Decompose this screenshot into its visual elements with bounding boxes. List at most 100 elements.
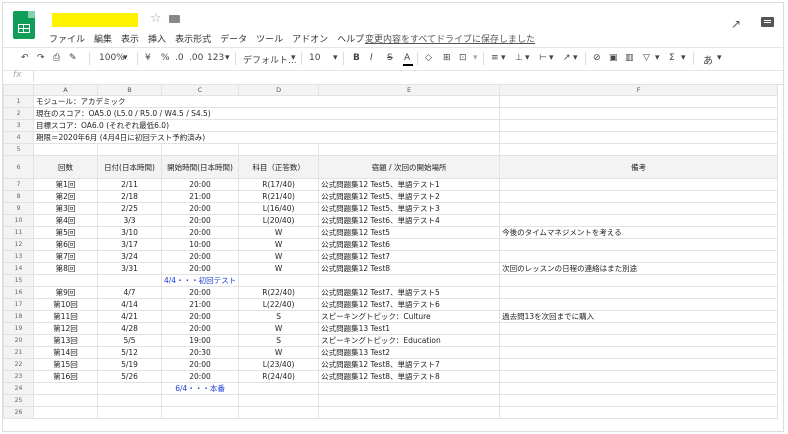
cell[interactable]: R(22/40) xyxy=(238,286,320,299)
row-number[interactable]: 6 xyxy=(3,155,34,179)
cell[interactable] xyxy=(499,238,779,251)
menu-data[interactable]: データ xyxy=(220,32,247,45)
info-cell[interactable]: モジュール：アカデミック xyxy=(32,95,501,108)
cell[interactable]: L(22/40) xyxy=(238,298,320,311)
star-icon[interactable]: ☆ xyxy=(150,11,162,26)
cell[interactable]: W xyxy=(238,250,320,263)
cell[interactable]: 10:00 xyxy=(160,238,240,251)
cell[interactable]: 第15回 xyxy=(33,358,98,371)
cell[interactable] xyxy=(499,119,779,132)
row-number[interactable]: 16 xyxy=(3,286,34,299)
cell[interactable] xyxy=(499,214,779,227)
save-status-link[interactable]: 変更内容をすべてドライブに保存しました xyxy=(365,32,535,45)
row-number[interactable]: 15 xyxy=(3,274,34,287)
input-tools-button[interactable]: あ xyxy=(703,52,713,67)
row-number[interactable]: 4 xyxy=(3,131,34,144)
row-number[interactable]: 26 xyxy=(3,406,34,419)
cell[interactable]: 公式問題集12 Test7 xyxy=(318,250,501,263)
cell[interactable]: 20:00 xyxy=(160,358,240,371)
text-wrap-icon[interactable]: ⊢ xyxy=(539,53,547,63)
cell[interactable]: 21:00 xyxy=(160,190,240,203)
cell[interactable]: 第7回 xyxy=(33,250,98,263)
cell[interactable] xyxy=(318,406,501,419)
strikethrough-button[interactable]: S xyxy=(387,53,393,63)
cell[interactable]: 20:00 xyxy=(160,226,240,239)
cell[interactable]: 公式問題集12 Test6、単語テスト4 xyxy=(318,214,501,227)
cell[interactable]: 3/17 xyxy=(97,238,162,251)
row-number[interactable]: 22 xyxy=(3,358,34,371)
info-cell[interactable]: 目標スコア：OA6.0 (それぞれ最低6.0) xyxy=(32,119,501,132)
cell[interactable] xyxy=(499,334,779,347)
merge-cells-icon[interactable]: ⊡ xyxy=(459,53,467,63)
cell[interactable]: 公式問題集13 Test2 xyxy=(318,346,501,359)
cell[interactable]: R(21/40) xyxy=(238,190,320,203)
column-header[interactable]: C xyxy=(160,84,240,96)
cell[interactable]: 公式問題集12 Test5、単語テスト2 xyxy=(318,190,501,203)
cell[interactable] xyxy=(318,394,501,407)
more-formats-button[interactable]: 123 xyxy=(207,53,224,63)
cell[interactable]: 第14回 xyxy=(33,346,98,359)
font-select[interactable]: デフォルト... xyxy=(243,53,297,66)
cell[interactable]: S xyxy=(238,334,320,347)
functions-icon[interactable]: Σ xyxy=(669,53,675,63)
menu-format[interactable]: 表示形式 xyxy=(175,32,211,45)
row-number[interactable]: 18 xyxy=(3,310,34,323)
cell[interactable]: 3/10 xyxy=(97,226,162,239)
currency-button[interactable]: ¥ xyxy=(145,53,151,63)
cell[interactable]: 4/28 xyxy=(97,322,162,335)
column-header[interactable]: F xyxy=(499,84,779,96)
cell[interactable]: 20:00 xyxy=(160,310,240,323)
cell[interactable]: L(20/40) xyxy=(238,214,320,227)
align-horizontal-icon[interactable]: ≡ xyxy=(491,53,499,63)
cell[interactable]: 公式問題集13 Test1 xyxy=(318,322,501,335)
cell[interactable]: 公式問題集12 Test7、単語テスト6 xyxy=(318,298,501,311)
cell[interactable]: 第5回 xyxy=(33,226,98,239)
cell[interactable] xyxy=(33,406,98,419)
cell[interactable]: 3/3 xyxy=(97,214,162,227)
cell[interactable]: 公式問題集12 Test5、単語テスト3 xyxy=(318,202,501,215)
cell[interactable]: 公式問題集12 Test8、単語テスト8 xyxy=(318,370,501,383)
cell[interactable]: W xyxy=(238,262,320,275)
header-cell[interactable]: 備考 xyxy=(499,155,779,179)
italic-button[interactable]: I xyxy=(370,53,373,63)
cell[interactable] xyxy=(318,382,501,395)
cell[interactable] xyxy=(499,95,779,108)
cell[interactable]: W xyxy=(238,322,320,335)
cell[interactable]: 19:00 xyxy=(160,334,240,347)
fill-color-icon[interactable]: ◇ xyxy=(425,53,432,63)
menu-tools[interactable]: ツール xyxy=(256,32,283,45)
cell[interactable] xyxy=(499,190,779,203)
cell[interactable]: 4/14 xyxy=(97,298,162,311)
cell[interactable] xyxy=(238,382,320,395)
column-header[interactable]: A xyxy=(33,84,98,96)
font-size-select[interactable]: 10 xyxy=(309,53,320,63)
cell[interactable] xyxy=(97,406,162,419)
row-number[interactable]: 11 xyxy=(3,226,34,239)
cell[interactable]: 第2回 xyxy=(33,190,98,203)
chevron-down-icon[interactable]: ▾ xyxy=(573,53,578,63)
cell[interactable]: 公式問題集12 Test8 xyxy=(318,262,501,275)
chevron-down-icon[interactable]: ▾ xyxy=(333,53,338,63)
cell[interactable]: 5/19 xyxy=(97,358,162,371)
cell[interactable]: 過去問13を次回までに購入 xyxy=(499,310,779,323)
activity-trend-icon[interactable]: ↗ xyxy=(731,17,741,31)
cell[interactable] xyxy=(499,406,779,419)
chevron-down-icon[interactable]: ▾ xyxy=(291,53,296,63)
cell[interactable] xyxy=(499,358,779,371)
cell[interactable]: 20:00 xyxy=(160,370,240,383)
header-cell[interactable]: 回数 xyxy=(33,155,98,179)
cell[interactable] xyxy=(499,178,779,191)
row-number[interactable]: 7 xyxy=(3,178,34,191)
cell[interactable] xyxy=(33,143,98,156)
cell[interactable] xyxy=(160,406,240,419)
column-header[interactable]: E xyxy=(318,84,501,96)
row-number[interactable]: 12 xyxy=(3,238,34,251)
cell[interactable]: 第4回 xyxy=(33,214,98,227)
cell[interactable]: 20:00 xyxy=(160,286,240,299)
cell[interactable]: スピーキングトピック：Culture xyxy=(318,310,501,323)
info-cell[interactable]: 現在のスコア：OA5.0 (L5.0 / R5.0 / W4.5 / S4.5) xyxy=(32,107,501,120)
insert-link-icon[interactable]: ⊘ xyxy=(593,53,601,63)
cell[interactable]: R(17/40) xyxy=(238,178,320,191)
chevron-down-icon[interactable]: ▾ xyxy=(123,53,128,63)
menu-edit[interactable]: 編集 xyxy=(94,32,112,45)
